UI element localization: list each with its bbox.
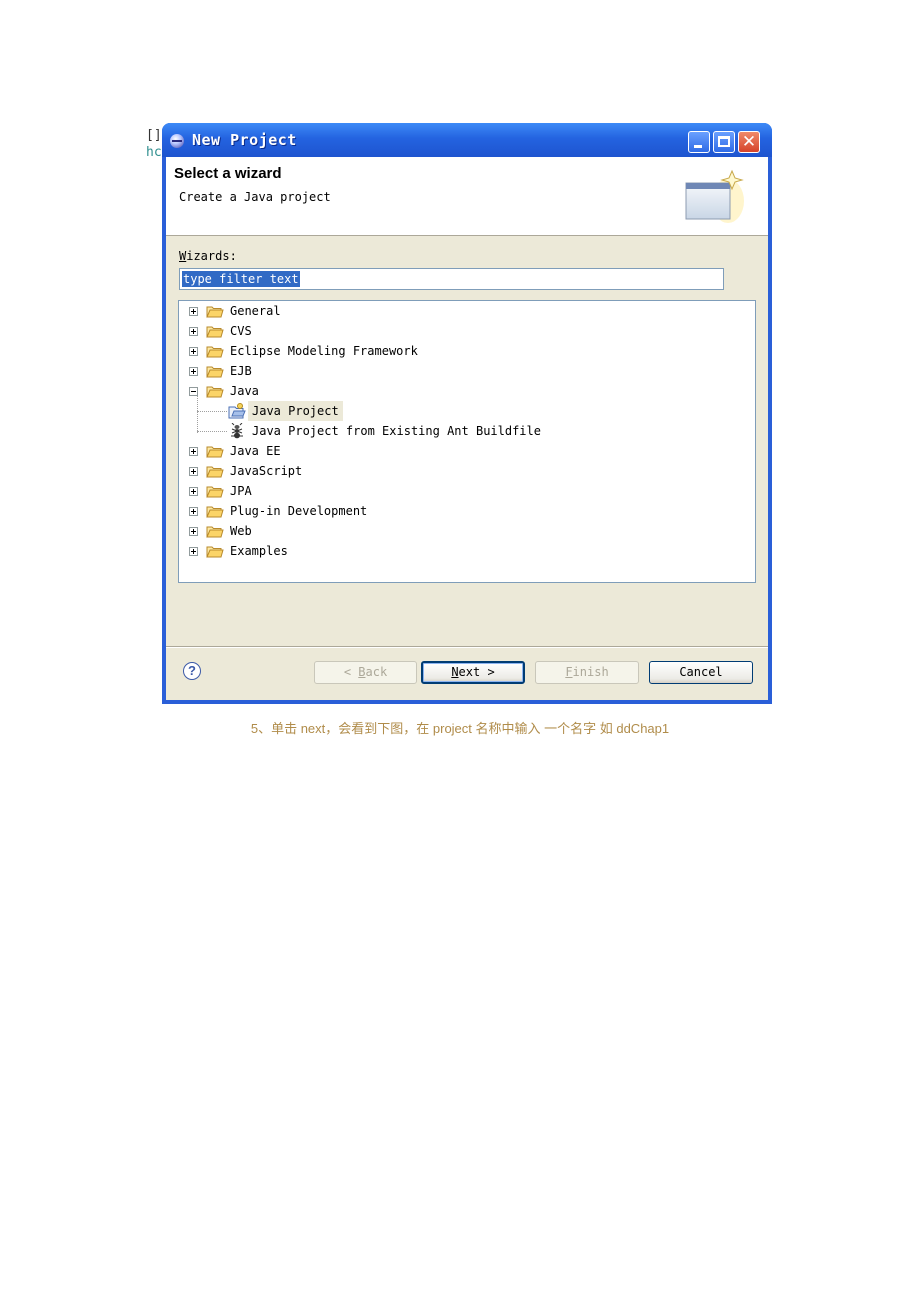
ant-icon [231, 423, 243, 439]
maximize-icon [718, 136, 730, 147]
button-bar-separator [166, 646, 768, 648]
tree-item-label: Java Project [248, 401, 343, 421]
tree-item-javascript[interactable]: JavaScript [179, 461, 739, 481]
expand-icon[interactable] [189, 487, 198, 496]
background-code: [] hc [146, 127, 162, 161]
tree-item-eclipse-modeling-framework[interactable]: Eclipse Modeling Framework [179, 341, 739, 361]
back-button[interactable]: < Back [314, 661, 417, 684]
expand-icon[interactable] [189, 507, 198, 516]
dialog-client-area: Select a wizard Create a Java project Wi… [166, 157, 768, 700]
tree-item-general[interactable]: General [179, 301, 739, 321]
wizard-tree[interactable]: General CVS Eclipse Modeling Framework E… [178, 300, 756, 583]
filter-input[interactable]: type filter text [179, 268, 724, 290]
tree-item-label: Eclipse Modeling Framework [230, 344, 418, 358]
java-project-icon [228, 403, 246, 419]
expand-icon[interactable] [189, 527, 198, 536]
finish-button-mnemonic: F [565, 665, 573, 679]
tree-item-label: Java EE [230, 444, 281, 458]
tree-item-java-project-from-ant[interactable]: Java Project from Existing Ant Buildfile [179, 421, 739, 441]
folder-icon [206, 466, 224, 478]
tree-item-java-project[interactable]: Java Project [179, 401, 739, 421]
folder-icon [206, 446, 224, 458]
close-icon: ✕ [741, 132, 757, 152]
close-button[interactable]: ✕ [738, 131, 760, 153]
next-button-mnemonic: N [451, 665, 459, 679]
wizard-banner: Select a wizard Create a Java project [166, 157, 768, 236]
folder-icon [206, 526, 224, 538]
title-bar[interactable]: New Project ✕ [162, 123, 772, 157]
folder-icon [206, 486, 224, 498]
back-button-prefix: < [343, 665, 359, 679]
expand-icon[interactable] [189, 467, 198, 476]
folder-icon [206, 546, 224, 558]
minimize-icon [694, 145, 702, 148]
tree-item-web[interactable]: Web [179, 521, 739, 541]
help-icon[interactable]: ? [183, 662, 201, 680]
tree-item-plug-in-development[interactable]: Plug-in Development [179, 501, 739, 521]
wizards-label-text: izards: [186, 249, 237, 263]
tree-connector [197, 411, 227, 412]
new-project-dialog: New Project ✕ Select a wizard Create a J… [162, 123, 772, 704]
tree-item-label: General [230, 304, 281, 318]
tree-item-label: Examples [230, 544, 288, 558]
tree-item-label: Plug-in Development [230, 504, 368, 518]
tree-item-label: Java [230, 384, 259, 398]
tree-item-label: JavaScript [230, 464, 303, 478]
finish-button-label: inish [572, 665, 609, 679]
collapse-icon[interactable] [189, 387, 198, 396]
tree-item-label: Java Project from Existing Ant Buildfile [252, 424, 541, 438]
banner-description: Create a Java project [179, 190, 331, 204]
folder-icon [206, 366, 224, 378]
eclipse-icon [170, 134, 184, 148]
document-caption: 5、单击 next，会看到下图，在 project 名称中输入 一个名字 如 d… [250, 721, 670, 736]
folder-icon [206, 506, 224, 518]
back-button-mnemonic: B [358, 665, 366, 679]
tree-item-jpa[interactable]: JPA [179, 481, 739, 501]
folder-icon [206, 306, 224, 318]
next-button-label: ext > [458, 665, 495, 679]
tree-item-ejb[interactable]: EJB [179, 361, 739, 381]
wizard-banner-icon [685, 169, 744, 223]
background-code-line-1: [] [146, 128, 162, 143]
tree-item-java[interactable]: Java [179, 381, 739, 401]
expand-icon[interactable] [189, 347, 198, 356]
tree-item-java-ee[interactable]: Java EE [179, 441, 739, 461]
tree-item-label: CVS [230, 324, 252, 338]
tree-item-cvs[interactable]: CVS [179, 321, 739, 341]
wizards-label: Wizards: [179, 249, 237, 263]
back-button-label: ack [365, 665, 388, 679]
expand-icon[interactable] [189, 327, 198, 336]
expand-icon[interactable] [189, 447, 198, 456]
window-title: New Project [192, 131, 297, 149]
tree-item-examples[interactable]: Examples [179, 541, 739, 561]
banner-title: Select a wizard [174, 165, 282, 182]
folder-icon [206, 346, 224, 358]
expand-icon[interactable] [189, 307, 198, 316]
tree-item-label: JPA [230, 484, 252, 498]
background-code-line-2: hc [146, 145, 162, 160]
expand-icon[interactable] [189, 547, 198, 556]
folder-open-icon [206, 386, 224, 398]
cancel-button[interactable]: Cancel [649, 661, 753, 684]
next-button[interactable]: Next > [421, 661, 525, 684]
expand-icon[interactable] [189, 367, 198, 376]
folder-icon [206, 326, 224, 338]
maximize-button[interactable] [713, 131, 735, 153]
tree-connector [197, 431, 227, 432]
tree-item-label: Web [230, 524, 252, 538]
finish-button[interactable]: Finish [535, 661, 639, 684]
minimize-button[interactable] [688, 131, 710, 153]
filter-input-value: type filter text [182, 271, 300, 287]
tree-item-label: EJB [230, 364, 252, 378]
